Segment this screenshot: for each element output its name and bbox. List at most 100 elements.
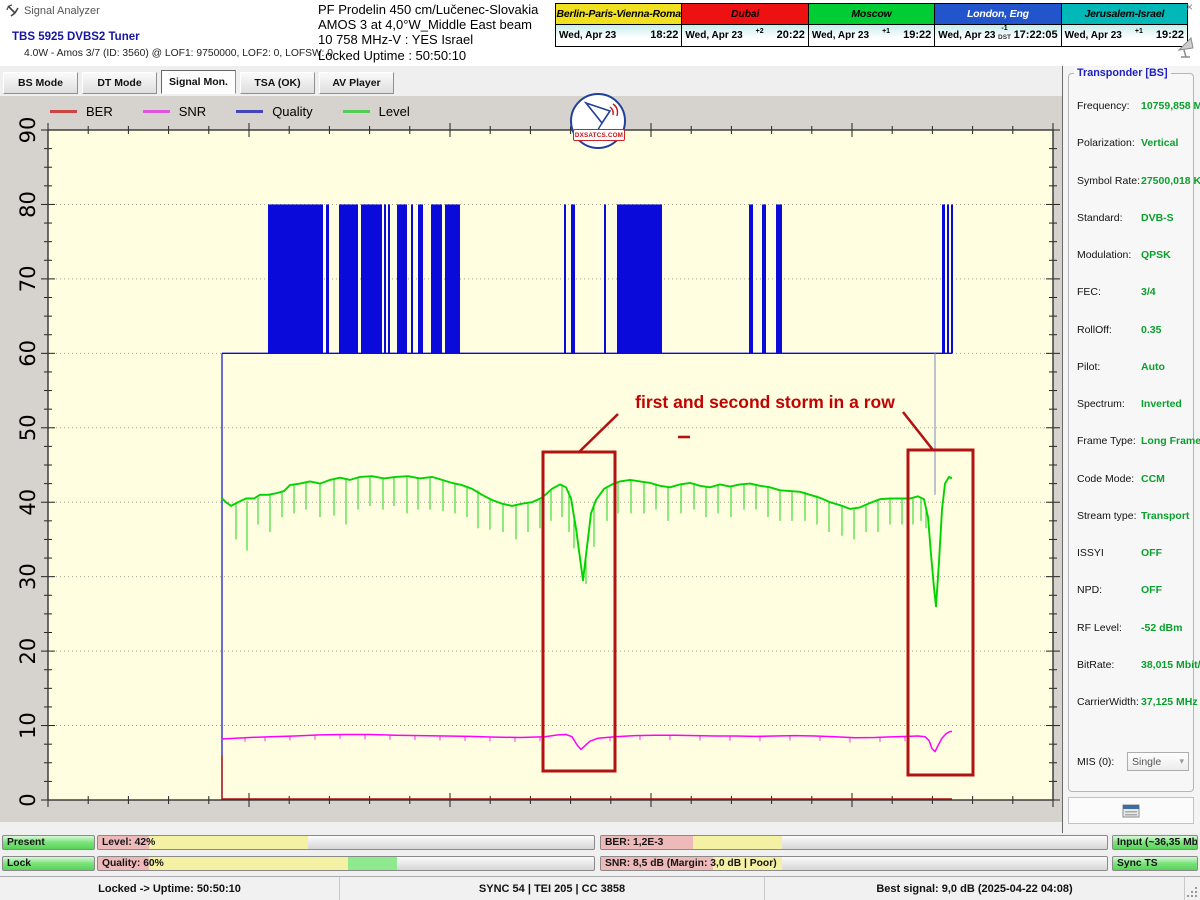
dxsatcs-logo-text: DXSATCS.COM xyxy=(573,129,625,141)
tab-dt-mode[interactable]: DT Mode xyxy=(82,72,157,94)
quality-meter: Quality: 60% xyxy=(97,856,595,871)
chart-legend: BERSNRQualityLevel xyxy=(50,104,410,119)
clock-date: Wed, Apr 23 xyxy=(1065,30,1122,41)
quality-label: Quality: 60% xyxy=(102,857,164,871)
snr-label: SNR: 8,5 dB (Margin: 3,0 dB | Poor) xyxy=(605,857,777,871)
clock-time-row: Wed, Apr 23+119:22 xyxy=(809,25,934,45)
ber-label: BER: 1,2E-3 xyxy=(605,836,663,850)
field-value: QPSK xyxy=(1141,249,1171,261)
field-polarization-: Polarization:Vertical xyxy=(1077,137,1191,174)
mis-dropdown[interactable]: Single ▾ xyxy=(1127,752,1189,771)
present-label: Present xyxy=(7,836,45,850)
tab-tsa-ok-[interactable]: TSA (OK) xyxy=(240,72,315,94)
field-value: 10759,858 MHz xyxy=(1141,100,1200,112)
field-label: Symbol Rate: xyxy=(1077,175,1140,187)
close-icon[interactable]: × xyxy=(1186,0,1193,14)
clock-offset: +1 xyxy=(882,32,890,38)
resize-grip[interactable] xyxy=(1186,877,1200,900)
field-rf-level-: RF Level: -52 dBm xyxy=(1077,622,1191,659)
tab-signal-mon-[interactable]: Signal Mon. xyxy=(161,70,236,94)
svg-text:first and second storm in a ro: first and second storm in a row xyxy=(635,392,895,412)
quality-segment-2 xyxy=(149,857,348,870)
legend-swatch-snr xyxy=(143,110,170,113)
dxsatcs-logo: DXSATCS.COM xyxy=(570,93,626,149)
svg-text:40: 40 xyxy=(16,489,40,516)
transponder-title: Transponder [BS] xyxy=(1074,67,1171,79)
clock-time: 18:22 xyxy=(650,29,678,41)
tab-av-player[interactable]: AV Player xyxy=(319,72,394,94)
field-value: Long Frame xyxy=(1141,435,1200,447)
field-label: Frame Type: xyxy=(1077,435,1136,447)
field-frequency-: Frequency:10759,858 MHz xyxy=(1077,100,1191,137)
signal-chart: 0102030405060708090first and second stor… xyxy=(0,96,1062,822)
field-value: Inverted xyxy=(1141,398,1182,410)
svg-text:80: 80 xyxy=(16,191,40,218)
field-label: Stream type: xyxy=(1077,510,1137,522)
status-bar: Locked -> Uptime: 50:50:10SYNC 54 | TEI … xyxy=(0,876,1200,900)
field-value: 0.35 xyxy=(1141,324,1161,336)
field-value: Transport xyxy=(1141,510,1189,522)
ber-segment-2 xyxy=(693,836,783,849)
svg-text:90: 90 xyxy=(16,117,40,144)
app-title: Signal Analyzer xyxy=(24,5,100,17)
level-segment-2 xyxy=(149,836,308,849)
tab-bs-mode[interactable]: BS Mode xyxy=(3,72,78,94)
svg-text:10: 10 xyxy=(16,712,40,739)
mode-tabs: BS ModeDT ModeSignal Mon.TSA (OK)AV Play… xyxy=(0,66,1062,96)
antenna-info-line-3: 10 758 MHz-V : YES Israel xyxy=(318,32,538,47)
clock-city: London, Eng xyxy=(935,4,1060,25)
field-label: BitRate: xyxy=(1077,659,1114,671)
field-label: ISSYI xyxy=(1077,547,1104,559)
chevron-down-icon: ▾ xyxy=(1179,756,1184,767)
field-label: Standard: xyxy=(1077,212,1123,224)
antenna-info-line-2: AMOS 3 at 4,0°W_Middle East beam xyxy=(318,17,538,32)
legend-swatch-level xyxy=(343,110,370,113)
field-code-mode-: Code Mode:CCM xyxy=(1077,473,1191,510)
mis-row: MIS (0): Single ▾ xyxy=(1077,752,1189,771)
clock-time: 19:22 xyxy=(903,29,931,41)
clock-moscow: MoscowWed, Apr 23+119:22 xyxy=(808,4,934,46)
clock-time: 20:22 xyxy=(777,29,805,41)
transponder-fields: Frequency:10759,858 MHzPolarization:Vert… xyxy=(1077,100,1191,733)
clock-offset: +2 xyxy=(756,32,764,38)
clock-date: Wed, Apr 23 xyxy=(685,30,742,41)
field-value: Auto xyxy=(1141,361,1165,373)
field-value: OFF xyxy=(1141,584,1162,596)
sync-ts-label: Sync TS xyxy=(1117,857,1158,871)
transport-stream-button[interactable] xyxy=(1068,797,1194,824)
field-value: DVB-S xyxy=(1141,212,1174,224)
field-bitrate-: BitRate:38,015 Mbit/s xyxy=(1077,659,1191,696)
field-label: RollOff: xyxy=(1077,324,1112,336)
legend-label: SNR xyxy=(179,104,206,119)
signal-meters: Present Lock Level: 42% Quality: 60% BER… xyxy=(0,833,1200,876)
clock-offset: -1DST xyxy=(998,29,1011,41)
clock-time-row: Wed, Apr 23+119:22 xyxy=(1062,25,1187,45)
clock-jerusalem-israel: Jerusalem-IsraelWed, Apr 23+119:22 xyxy=(1061,4,1187,46)
clock-date: Wed, Apr 23 xyxy=(938,30,995,41)
field-value: OFF xyxy=(1141,547,1162,559)
field-label: Spectrum: xyxy=(1077,398,1125,410)
statusbar-section-2: SYNC 54 | TEI 205 | CC 3858 xyxy=(340,877,765,900)
field-value: 37,125 MHz xyxy=(1141,696,1198,708)
tuner-name: TBS 5925 DVBS2 Tuner xyxy=(12,31,140,43)
field-modulation-: Modulation:QPSK xyxy=(1077,249,1191,286)
input-indicator: Input (~36,35 Mbps) xyxy=(1112,835,1198,850)
field-label: NPD: xyxy=(1077,584,1102,596)
clock-date: Wed, Apr 23 xyxy=(559,30,616,41)
clock-offset: +1 xyxy=(1135,32,1143,38)
quality-segment-3 xyxy=(348,857,397,870)
world-clocks: Berlin-Paris-Vienna-Roma Wed, Apr 23 18:22… xyxy=(555,3,1188,47)
clock-city: Dubai xyxy=(682,4,807,25)
clock-london-eng: London, EngWed, Apr 23-1DST17:22:05 xyxy=(934,4,1060,46)
legend-quality: Quality xyxy=(236,104,312,119)
field-rolloff-: RollOff: 0.35 xyxy=(1077,324,1191,361)
clock-city: Berlin-Paris-Vienna-Roma xyxy=(556,4,681,25)
window-table-icon xyxy=(1122,804,1140,818)
field-label: RF Level: xyxy=(1077,622,1122,634)
lock-label: Lock xyxy=(7,857,31,871)
transponder-panel: Transponder [BS] Frequency:10759,858 MHz… xyxy=(1062,66,1200,833)
field-value: -52 dBm xyxy=(1141,622,1182,634)
svg-text:70: 70 xyxy=(16,266,40,293)
present-indicator: Present xyxy=(2,835,95,850)
mis-value: Single xyxy=(1132,756,1161,768)
